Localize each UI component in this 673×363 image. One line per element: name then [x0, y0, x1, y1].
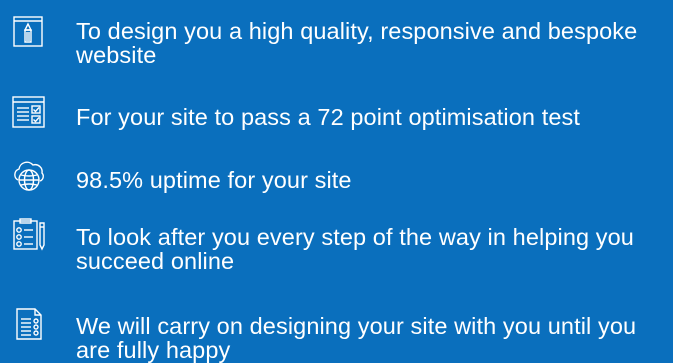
checklist-window-icon — [9, 92, 49, 132]
feature-text: To design you a high quality, responsive… — [76, 18, 638, 68]
feature-text: For your site to pass a 72 point optimis… — [76, 104, 580, 130]
document-settings-icon — [9, 304, 49, 344]
feature-text: We will carry on designing your site wit… — [76, 313, 637, 363]
feature-list: To design you a high quality, responsive… — [0, 0, 673, 362]
feature-text: To look after you every step of the way … — [76, 224, 634, 274]
pencil-frame-icon — [9, 12, 49, 52]
cloud-globe-icon — [9, 156, 49, 196]
clipboard-pen-icon — [9, 215, 49, 255]
feature-text: 98.5% uptime for your site — [76, 167, 352, 193]
